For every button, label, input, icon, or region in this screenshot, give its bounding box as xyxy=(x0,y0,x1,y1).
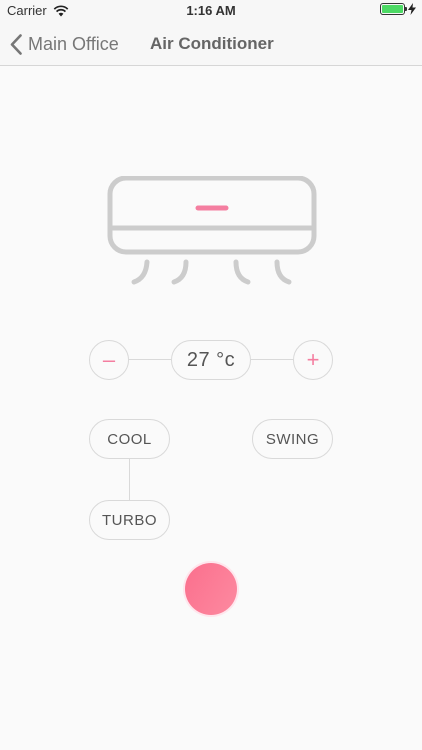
connector-temp-plus xyxy=(251,359,293,360)
status-time: 1:16 AM xyxy=(186,3,236,18)
nav-bar: Main Office Air Conditioner xyxy=(0,22,422,66)
power-button[interactable] xyxy=(185,563,237,615)
page-title: Air Conditioner xyxy=(150,34,274,53)
connector-minus-temp xyxy=(129,359,171,360)
increase-temp-button[interactable]: + xyxy=(293,340,333,380)
air-conditioner-icon xyxy=(107,176,317,285)
status-right xyxy=(380,3,416,15)
battery-icon xyxy=(380,3,407,15)
turbo-mode-button[interactable]: TURBO xyxy=(89,500,170,540)
swing-mode-button[interactable]: SWING xyxy=(252,419,333,459)
cool-mode-button[interactable]: COOL xyxy=(89,419,170,459)
battery-fill xyxy=(382,5,403,13)
decrease-temp-button[interactable]: – xyxy=(89,340,129,380)
chevron-left-icon xyxy=(10,33,22,55)
status-bar: Carrier 1:16 AM xyxy=(0,0,422,22)
back-label: Main Office xyxy=(28,33,119,54)
temperature-display: 27 °c xyxy=(171,340,251,380)
back-button[interactable]: Main Office xyxy=(10,22,119,66)
connector-cool-turbo xyxy=(129,458,130,501)
charging-icon xyxy=(408,3,416,15)
